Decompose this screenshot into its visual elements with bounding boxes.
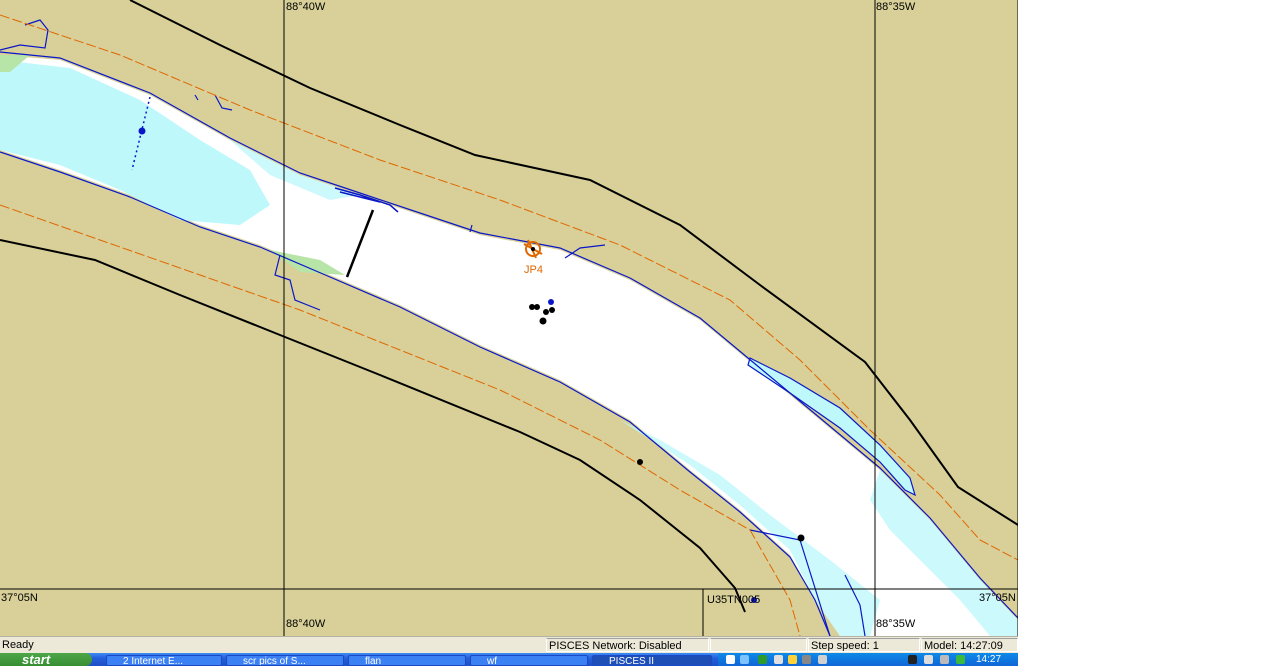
grid-label-lon-bottom-right: 88°35W — [876, 618, 916, 630]
object-marker[interactable] — [637, 459, 643, 465]
chart-view[interactable] — [0, 0, 1018, 636]
object-marker[interactable] — [539, 317, 547, 325]
grid-label-lat-left: 37°05N — [1, 592, 38, 604]
tray-icon[interactable] — [956, 655, 965, 664]
vessel-center-icon — [531, 247, 535, 251]
object-marker[interactable] — [543, 309, 549, 315]
tray-icon[interactable] — [908, 655, 917, 664]
tray-icon[interactable] — [940, 655, 949, 664]
status-step-speed: Step speed: 1 — [808, 638, 920, 652]
tray-icon[interactable] — [740, 655, 749, 664]
buoy-marker[interactable] — [548, 299, 554, 305]
tray-icon[interactable] — [924, 655, 933, 664]
taskbar-item[interactable]: 2 Internet E... — [106, 655, 222, 666]
buoy-marker[interactable] — [138, 127, 146, 135]
status-network: PISCES Network: Disabled — [546, 638, 709, 652]
grid-label-lon-top-left: 88°40W — [286, 1, 326, 13]
object-marker[interactable] — [549, 307, 555, 313]
tray-icon[interactable] — [802, 655, 811, 664]
grid-label-lon-top-right: 88°35W — [876, 1, 916, 13]
object-marker[interactable] — [797, 534, 805, 542]
taskbar-item[interactable]: flan — [348, 655, 466, 666]
tray-icon[interactable] — [788, 655, 797, 664]
status-blank — [710, 638, 807, 652]
vessel-label: JP4 — [524, 264, 543, 276]
start-button[interactable]: start — [0, 653, 92, 666]
taskbar-item[interactable]: scr pics of S... — [226, 655, 344, 666]
tray-icon[interactable] — [774, 655, 783, 664]
inset-label: U35TN005 — [707, 594, 761, 606]
grid-label-lon-bottom-left: 88°40W — [286, 618, 326, 630]
status-model-time: Model: 14:27:09 — [921, 638, 1018, 652]
taskbar-item[interactable]: wf — [470, 655, 588, 666]
system-tray: 14:27 — [718, 653, 1018, 666]
tray-icon[interactable] — [726, 655, 735, 664]
tray-icon[interactable] — [818, 655, 827, 664]
taskbar: start 2 Internet E... scr pics of S... f… — [0, 653, 1018, 666]
tray-clock[interactable]: 14:27 — [976, 653, 1001, 666]
status-bar: Ready PISCES Network: Disabled Step spee… — [0, 636, 1018, 654]
tray-icon[interactable] — [758, 655, 767, 664]
status-ready: Ready — [2, 639, 34, 651]
grid-label-lat-right: 37°05N — [979, 592, 1016, 604]
taskbar-item-active[interactable]: PISCES II — [592, 655, 712, 666]
object-marker[interactable] — [534, 304, 540, 310]
